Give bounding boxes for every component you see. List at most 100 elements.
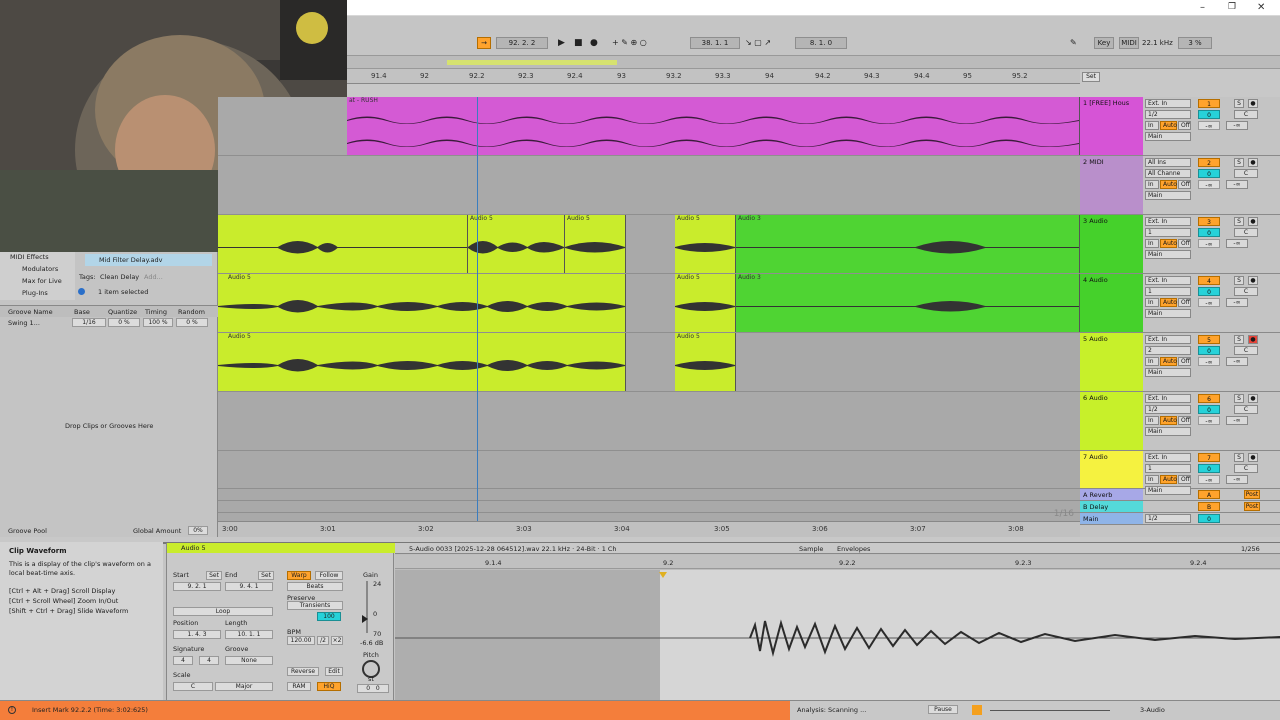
volume-field[interactable]: 0	[1198, 228, 1220, 237]
track-name[interactable]: 7 Audio	[1080, 451, 1143, 488]
output-select[interactable]: Main	[1145, 427, 1191, 436]
arm-button[interactable]: ●	[1248, 335, 1258, 344]
input-type-select[interactable]: Ext. In	[1145, 99, 1191, 108]
length-field[interactable]: 10. 1. 1	[225, 630, 273, 639]
solo-button[interactable]: S	[1234, 453, 1244, 462]
pan-knob[interactable]: C	[1234, 346, 1258, 355]
tab-envelopes[interactable]: Envelopes	[837, 545, 870, 553]
set-locator-button[interactable]: Set	[1082, 72, 1100, 82]
pan-knob[interactable]: C	[1234, 405, 1258, 414]
clip-audio-5[interactable]	[218, 215, 468, 273]
track-header-4[interactable]: 4 Audio Ext. In 1 In Auto Off Main 4 0 -∞ S ● C -∞	[1080, 274, 1280, 333]
end-field[interactable]: 9. 4. 1	[225, 582, 273, 591]
return-name[interactable]: A Reverb	[1080, 489, 1143, 500]
send-b[interactable]: -∞	[1226, 121, 1248, 130]
output-select[interactable]: Main	[1145, 368, 1191, 377]
monitor-auto[interactable]: Auto	[1160, 298, 1177, 307]
monitor-auto[interactable]: Auto	[1160, 180, 1177, 189]
monitor-in[interactable]: In	[1145, 121, 1159, 130]
warning-badge-icon[interactable]	[972, 705, 982, 715]
track-header-2[interactable]: 2 MIDI All Ins All Channe In Auto Off Main 2 0 -∞…	[1080, 156, 1280, 215]
arm-button[interactable]: ●	[1248, 99, 1258, 108]
gain-slider-handle[interactable]	[362, 615, 368, 623]
output-select[interactable]: Main	[1145, 250, 1191, 259]
scale-mode-select[interactable]: Major	[215, 682, 273, 691]
browser-item[interactable]: Plug-Ins	[22, 289, 48, 297]
volume-field[interactable]: 0	[1198, 405, 1220, 414]
return-activator[interactable]: A	[1198, 490, 1220, 499]
record-icon[interactable]: ●	[590, 37, 598, 49]
pan-knob[interactable]: C	[1234, 228, 1258, 237]
pause-analysis-button[interactable]: Pause	[928, 705, 958, 714]
send-a[interactable]: -∞	[1198, 357, 1220, 366]
set-start-button[interactable]: Set	[206, 571, 222, 580]
volume-field[interactable]: 0	[1198, 169, 1220, 178]
input-type-select[interactable]: All Ins	[1145, 158, 1191, 167]
track-header-5[interactable]: 5 Audio Ext. In 2 In Auto Off Main 5 0 -∞ S ● C -∞	[1080, 333, 1280, 392]
arm-button[interactable]: ●	[1248, 158, 1258, 167]
track-header-3[interactable]: 3 Audio Ext. In 1 In Auto Off Main 3 0 -∞ S ● C -∞	[1080, 215, 1280, 274]
set-end-button[interactable]: Set	[258, 571, 274, 580]
input-type-select[interactable]: Ext. In	[1145, 394, 1191, 403]
track-name[interactable]: 6 Audio	[1080, 392, 1143, 450]
arrangement-position[interactable]: 92. 2. 2	[496, 37, 548, 49]
draw-mode-icon[interactable]: ✎	[1070, 37, 1077, 49]
browser-item[interactable]: MIDI Effects	[10, 253, 49, 261]
volume-field[interactable]: 0	[1198, 110, 1220, 119]
return-track-b[interactable]: B Delay B Post	[1080, 501, 1280, 513]
solo-button[interactable]: S	[1234, 217, 1244, 226]
master-track[interactable]: Main 1/2 0	[1080, 513, 1280, 525]
loop-tools-icon[interactable]: ↘ ▢ ↗	[745, 37, 771, 49]
monitor-off[interactable]: Off	[1178, 180, 1191, 189]
send-b[interactable]: -∞	[1226, 475, 1248, 484]
edit-button[interactable]: Edit	[325, 667, 343, 676]
gain-slider[interactable]	[366, 581, 368, 633]
send-a[interactable]: -∞	[1198, 180, 1220, 189]
return-activator[interactable]: B	[1198, 502, 1220, 511]
follow-button[interactable]: Follow	[315, 571, 343, 580]
ram-button[interactable]: RAM	[287, 682, 311, 691]
clip-title-bar[interactable]: Audio 5	[167, 543, 395, 553]
selected-file-row[interactable]: Mid Filter Delay.adv	[85, 254, 212, 266]
transient-envelope-field[interactable]: 100	[317, 612, 341, 621]
add-tag-button[interactable]: Add...	[144, 273, 163, 281]
send-b[interactable]: -∞	[1226, 357, 1248, 366]
send-b[interactable]: -∞	[1226, 180, 1248, 189]
volume-field[interactable]: 0	[1198, 464, 1220, 473]
track-name[interactable]: 5 Audio	[1080, 333, 1143, 391]
volume-field[interactable]: 0	[1198, 346, 1220, 355]
monitor-auto[interactable]: Auto	[1160, 239, 1177, 248]
clip-audio-3[interactable]: Audio 3	[736, 215, 1080, 273]
groove-row[interactable]: Swing 1... 1/16 0 % 100 % 0 %	[0, 318, 218, 328]
track-activator[interactable]: 1	[1198, 99, 1220, 108]
send-a[interactable]: -∞	[1198, 121, 1220, 130]
tag-chip[interactable]: Clean Delay	[100, 273, 139, 281]
master-name[interactable]: Main	[1080, 513, 1143, 524]
monitor-in[interactable]: In	[1145, 475, 1159, 484]
input-channel-select[interactable]: 1	[1145, 287, 1191, 296]
start-marker-icon[interactable]	[659, 572, 667, 578]
beat-ruler[interactable]: 91.4 92 92.2 92.3 92.4 93 93.2 93.3 94 94.2 94.3 94…	[347, 69, 1080, 84]
input-channel-select[interactable]: 1/2	[1145, 110, 1191, 119]
clip-audio-5[interactable]: Audio 5	[675, 274, 736, 332]
clip-audio-5[interactable]: Audio 5	[565, 215, 626, 273]
return-name[interactable]: B Delay	[1080, 501, 1143, 512]
minimize-icon[interactable]: –	[1200, 2, 1205, 13]
arrangement-overview[interactable]	[347, 56, 1280, 69]
loop-start[interactable]: 38. 1. 1	[690, 37, 740, 49]
output-select[interactable]: Main	[1145, 309, 1191, 318]
monitor-auto[interactable]: Auto	[1160, 121, 1177, 130]
sample-ruler[interactable]: 9.1.4 9.2 9.2.2 9.2.3 9.2.4	[395, 555, 1280, 569]
monitor-off[interactable]: Off	[1178, 475, 1191, 484]
stop-icon[interactable]: ■	[574, 37, 583, 49]
drop-zone-text[interactable]: Drop Clips or Grooves Here	[65, 422, 153, 430]
track-name[interactable]: 2 MIDI	[1080, 156, 1143, 214]
master-channel[interactable]: 1/2	[1145, 514, 1191, 523]
overview-scroller[interactable]	[990, 710, 1110, 711]
follow-toggle[interactable]: →	[477, 37, 491, 49]
return-track-a[interactable]: A Reverb A Post	[1080, 489, 1280, 501]
input-channel-select[interactable]: 1	[1145, 228, 1191, 237]
reverse-button[interactable]: Reverse	[287, 667, 319, 676]
hiq-button[interactable]: HiQ	[317, 682, 341, 691]
midi-map-button[interactable]: MIDI	[1119, 37, 1139, 49]
